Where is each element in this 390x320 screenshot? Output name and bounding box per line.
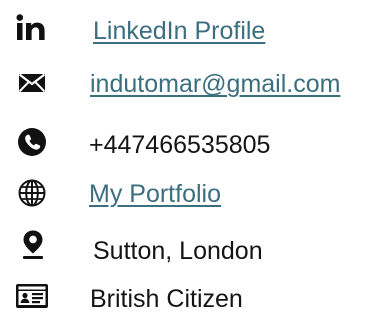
location-pin-icon [20, 229, 46, 261]
mail-icon [18, 73, 46, 93]
contact-row-citizenship: British Citizen [0, 280, 390, 320]
globe-icon [18, 179, 46, 207]
linkedin-icon [16, 14, 46, 42]
location-text: Sutton, London [93, 237, 263, 265]
id-card-icon [15, 283, 49, 309]
contact-row-portfolio: My Portfolio [0, 176, 390, 216]
portfolio-link[interactable]: My Portfolio [89, 179, 221, 209]
contact-row-linkedin: LinkedIn Profile [0, 12, 390, 52]
linkedin-profile-link[interactable]: LinkedIn Profile [93, 16, 265, 46]
phone-icon [17, 127, 47, 157]
phone-number: +447466535805 [89, 131, 271, 159]
citizenship-text: British Citizen [90, 285, 243, 313]
contact-row-phone: +447466535805 [0, 124, 390, 164]
contact-row-email: indutomar@gmail.com [0, 66, 390, 106]
contact-row-location: Sutton, London [0, 228, 390, 268]
email-link[interactable]: indutomar@gmail.com [90, 69, 340, 99]
